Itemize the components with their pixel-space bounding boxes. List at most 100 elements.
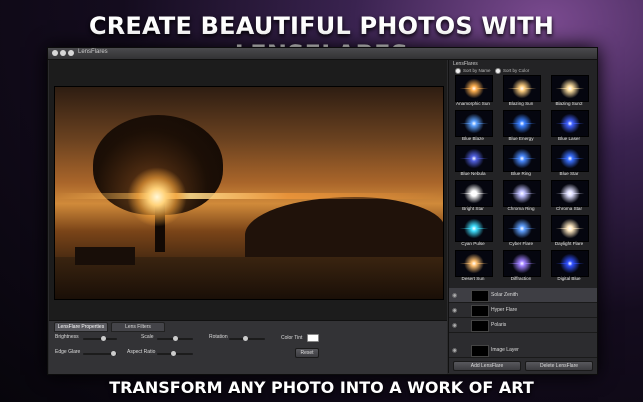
flare-thumbnail[interactable] <box>503 75 541 102</box>
flare-glow <box>456 76 492 101</box>
flare-thumbnail[interactable] <box>551 180 589 207</box>
flare-thumbnail[interactable] <box>455 145 493 172</box>
flare-thumbnail[interactable] <box>503 215 541 242</box>
photo-canvas-area <box>49 60 447 320</box>
tab-lens-filters[interactable]: Lens Filters <box>111 322 165 332</box>
flare-preset[interactable]: Anamorphic Sun <box>452 75 494 110</box>
edge-glare-knob[interactable] <box>111 351 116 356</box>
scale-label: Scale <box>141 334 154 340</box>
title-bar: LensFlares <box>48 48 597 60</box>
flare-preset[interactable]: Blazing Sun <box>500 75 542 110</box>
flare-preset[interactable]: Blue Ring <box>500 145 542 180</box>
sort-by-color-radio[interactable] <box>495 68 501 74</box>
flare-thumbnail[interactable] <box>455 180 493 207</box>
add-lensflare-button[interactable]: Add LensFlare <box>453 361 521 371</box>
sort-by-color-option[interactable]: Sort by Color <box>495 68 529 74</box>
reset-button[interactable]: Reset <box>295 348 319 358</box>
minimize-window-button[interactable] <box>60 50 66 56</box>
flare-thumbnail[interactable] <box>455 75 493 102</box>
tab-lensflare-properties[interactable]: LensFlare Properties <box>54 322 108 332</box>
flare-thumbnail[interactable] <box>551 145 589 172</box>
edge-glare-label: Edge Glare <box>55 349 81 355</box>
rotation-knob[interactable] <box>243 336 248 341</box>
flare-preset[interactable]: Diffraction <box>500 250 542 285</box>
flare-thumbnail[interactable] <box>551 75 589 102</box>
flare-thumbnail[interactable] <box>503 180 541 207</box>
aspect-ratio-slider[interactable] <box>157 351 193 356</box>
layer-list: Add LensFlare Delete LensFlare ◉ Solar Ze… <box>449 288 597 373</box>
eye-icon[interactable]: ◉ <box>452 307 457 314</box>
aspect-ratio-knob[interactable] <box>171 351 176 356</box>
sort-by-name-option[interactable]: Sort by Name <box>455 68 491 74</box>
flare-thumbnail[interactable] <box>551 110 589 137</box>
edge-glare-slider[interactable] <box>83 351 117 356</box>
flare-thumbnail[interactable] <box>503 145 541 172</box>
flare-glow <box>456 251 492 276</box>
flare-preset[interactable]: Blazing Sun2 <box>548 75 590 110</box>
layer-row[interactable]: ◉ Hyper Flare <box>449 303 597 318</box>
flare-preset-label: Digital Blue <box>557 276 581 281</box>
marketing-subline: TRANSFORM ANY PHOTO INTO A WORK OF ART <box>109 378 534 397</box>
flare-thumbnail[interactable] <box>551 250 589 277</box>
flare-preset[interactable]: Blue Blaze <box>452 110 494 145</box>
flare-preset[interactable]: Blue Laser <box>548 110 590 145</box>
lensflares-sidebar: LensFlares Sort by Name Sort by Color An… <box>448 60 597 373</box>
eye-icon[interactable]: ◉ <box>452 292 457 299</box>
flare-glow <box>552 216 588 241</box>
flare-preset[interactable]: Blue Nebula <box>452 145 494 180</box>
flare-preset[interactable]: Cyber Flare <box>500 215 542 250</box>
brightness-label: Brightness <box>55 334 79 340</box>
flare-preset[interactable]: Blue Energy <box>500 110 542 145</box>
flare-thumbnail[interactable] <box>455 250 493 277</box>
flare-glow <box>552 181 588 206</box>
delete-lensflare-button[interactable]: Delete LensFlare <box>525 361 593 371</box>
lens-flare-sun[interactable] <box>127 167 187 227</box>
flare-preset-label: Chroma Ring <box>507 206 535 211</box>
flare-preset[interactable]: Chroma Star <box>548 180 590 215</box>
color-tint-swatch[interactable] <box>307 334 319 342</box>
lens-flare-streak <box>55 193 443 199</box>
flare-preset[interactable]: Cyan Pulse <box>452 215 494 250</box>
layer-name: Solar Zenith <box>491 292 518 298</box>
close-window-button[interactable] <box>52 50 58 56</box>
flare-glow <box>504 251 540 276</box>
flare-preset[interactable]: Desert Sun <box>452 250 494 285</box>
layer-row[interactable]: ◉ Polaris <box>449 318 597 333</box>
flare-preset-label: Bright Star <box>462 206 484 211</box>
flare-thumbnail[interactable] <box>455 110 493 137</box>
properties-panel: LensFlare Properties Lens Filters Bright… <box>49 320 447 374</box>
layer-row[interactable]: ◉ Solar Zenith <box>449 288 597 303</box>
flare-preset[interactable]: Blue Star <box>548 145 590 180</box>
flare-thumbnail[interactable] <box>551 215 589 242</box>
flare-thumbnail[interactable] <box>503 250 541 277</box>
eye-icon[interactable]: ◉ <box>452 322 457 329</box>
layer-thumbnail <box>471 320 489 332</box>
photo-preview[interactable] <box>54 86 444 300</box>
flare-preset[interactable]: Daylight Flare <box>548 215 590 250</box>
brightness-knob[interactable] <box>101 336 106 341</box>
scale-knob[interactable] <box>173 336 178 341</box>
rotation-slider[interactable] <box>229 336 265 341</box>
eye-icon[interactable]: ◉ <box>452 347 457 354</box>
flare-preset-label: Chroma Star <box>555 206 583 211</box>
flare-preset-label: Blazing Sun <box>508 101 534 106</box>
flare-preset[interactable]: Bright Star <box>452 180 494 215</box>
sidebar-title: LensFlares <box>453 61 478 67</box>
flare-preset-label: Cyber Flare <box>509 241 533 246</box>
image-layer-row[interactable]: ◉ Image Layer <box>449 343 597 358</box>
zoom-window-button[interactable] <box>68 50 74 56</box>
flare-preset-label: Blue Star <box>559 171 579 176</box>
layer-name: Hyper Flare <box>491 307 518 313</box>
flare-preset-label: Desert Sun <box>461 276 485 281</box>
flare-preset[interactable]: Digital Blue <box>548 250 590 285</box>
flare-glow <box>504 146 540 171</box>
brightness-slider[interactable] <box>83 336 117 341</box>
scale-slider[interactable] <box>157 336 193 341</box>
flare-preset-label: Blazing Sun2 <box>555 101 583 106</box>
sort-by-name-radio[interactable] <box>455 68 461 74</box>
flare-thumbnail[interactable] <box>503 110 541 137</box>
flare-preset-label: Anamorphic Sun <box>456 101 490 106</box>
rotation-label: Rotation <box>209 334 228 340</box>
flare-thumbnail[interactable] <box>455 215 493 242</box>
flare-preset[interactable]: Chroma Ring <box>500 180 542 215</box>
